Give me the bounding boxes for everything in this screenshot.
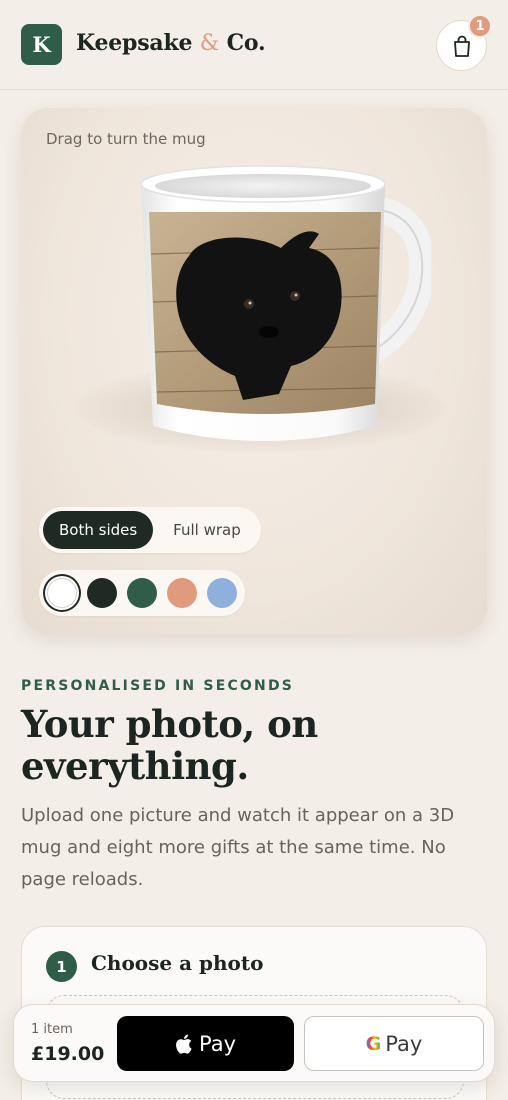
google-pay-label: Pay (385, 1031, 423, 1056)
headline-line-2: everything. (21, 744, 249, 788)
page-headline: Your photo, on everything. (21, 703, 481, 787)
swatch-black[interactable] (87, 578, 117, 608)
drag-hint: Drag to turn the mug (46, 130, 206, 148)
apple-logo-icon (176, 1034, 192, 1054)
brand-name-second: Co. (226, 30, 266, 56)
mug-preview-card[interactable]: Drag to turn the mug Both sides Full wra… (21, 108, 487, 634)
google-pay-button[interactable]: G Pay (304, 1016, 484, 1071)
view-both-sides-button[interactable]: Both sides (43, 511, 154, 549)
shopping-bag-icon (453, 35, 470, 57)
section-eyebrow: PERSONALISED IN SECONDS (21, 678, 295, 694)
step-title: Choose a photo (91, 951, 264, 975)
intro-paragraph: Upload one picture and watch it appear o… (21, 805, 455, 890)
swatch-peach[interactable] (167, 578, 197, 608)
brand-name[interactable]: Keepsake & Co. (76, 30, 266, 56)
mug-3d-preview[interactable] (131, 156, 431, 466)
apple-pay-label: Pay (198, 1031, 237, 1056)
logo-badge[interactable]: K (21, 24, 62, 65)
checkout-bar: 1 item £19.00 Pay G Pay (13, 1004, 495, 1082)
color-swatches (39, 570, 245, 616)
view-full-wrap-button[interactable]: Full wrap (157, 511, 257, 549)
swatch-blue[interactable] (207, 578, 237, 608)
step-number-badge: 1 (46, 951, 77, 982)
view-toggle: Both sides Full wrap (39, 507, 261, 553)
site-header: K Keepsake & Co. 1 (0, 0, 508, 90)
google-g-icon: G (365, 1032, 382, 1055)
brand-name-first: Keepsake (76, 30, 193, 56)
swatch-white[interactable] (47, 578, 77, 608)
cart-count-badge: 1 (468, 14, 492, 38)
headline-line-1: Your photo, on (21, 702, 318, 746)
apple-pay-button[interactable]: Pay (117, 1016, 294, 1071)
cart-total-price: £19.00 (31, 1043, 105, 1065)
cart-item-count: 1 item (31, 1022, 73, 1037)
mug-photo-print (149, 212, 381, 414)
swatch-green[interactable] (127, 578, 157, 608)
brand-ampersand: & (199, 31, 220, 56)
